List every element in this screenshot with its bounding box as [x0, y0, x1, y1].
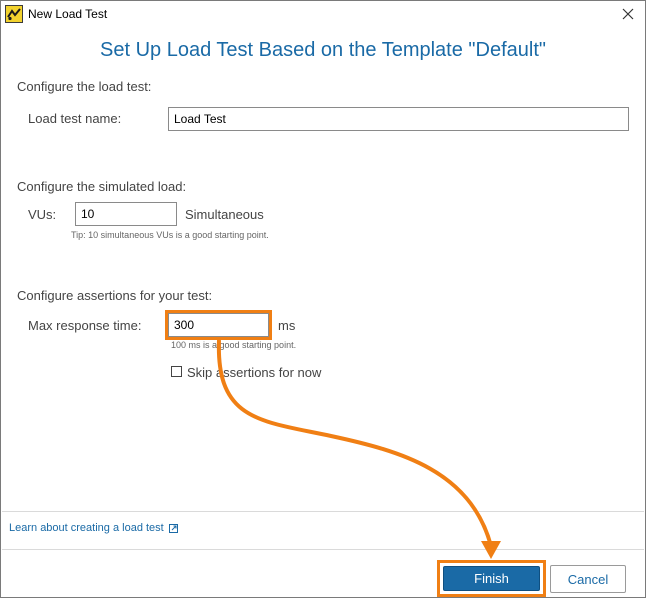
load-test-app-icon	[5, 5, 23, 23]
close-icon	[622, 8, 634, 20]
max-response-time-label: Max response time:	[28, 318, 142, 333]
external-link-icon	[168, 523, 178, 533]
simulated-load-section-label: Configure the simulated load:	[17, 179, 187, 194]
skip-assertions-label[interactable]: Skip assertions for now	[187, 365, 321, 380]
load-test-section-label: Configure the load test:	[17, 79, 152, 94]
assertions-section-label: Configure assertions for your test:	[17, 288, 213, 303]
cancel-button[interactable]: Cancel	[550, 565, 626, 593]
window-title: New Load Test	[28, 7, 108, 21]
vus-tip: Tip: 10 simultaneous VUs is a good start…	[71, 230, 269, 240]
max-response-unit-label: ms	[278, 318, 296, 333]
new-load-test-dialog: New Load Test Set Up Load Test Based on …	[0, 0, 646, 598]
learn-more-link[interactable]: Learn about creating a load test	[9, 522, 178, 534]
finish-button[interactable]: Finish	[443, 566, 540, 591]
learn-more-link-text[interactable]: Learn about creating a load test	[9, 522, 164, 534]
title-bar: New Load Test	[1, 1, 645, 28]
max-response-tip: 100 ms is a good starting point.	[171, 340, 297, 350]
load-test-name-label: Load test name:	[28, 111, 122, 126]
vus-label: VUs:	[28, 207, 57, 222]
max-response-time-input[interactable]	[168, 313, 269, 337]
load-test-name-input[interactable]	[168, 107, 629, 131]
footer-divider-top	[2, 511, 644, 512]
close-button[interactable]	[615, 3, 641, 25]
vus-unit-label: Simultaneous	[185, 207, 264, 222]
vus-input[interactable]	[75, 202, 177, 226]
skip-assertions-checkbox[interactable]	[171, 366, 182, 377]
page-heading: Set Up Load Test Based on the Template "…	[100, 39, 546, 61]
footer-divider-bottom	[2, 549, 644, 550]
